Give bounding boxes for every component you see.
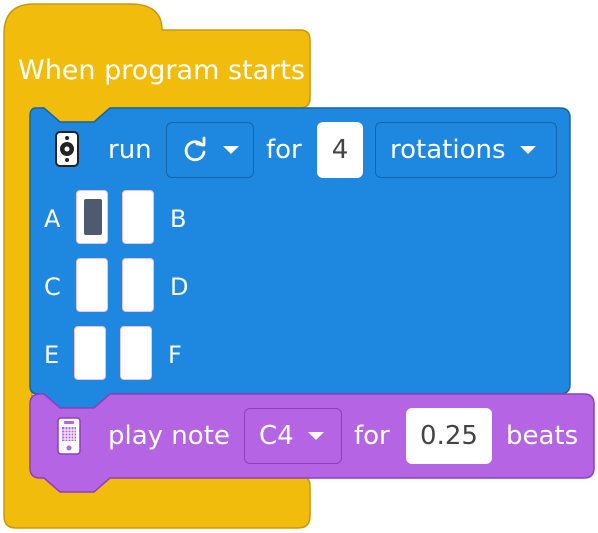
port-d-button[interactable] [122, 258, 154, 312]
port-label-a: A [44, 205, 61, 233]
sound-for-label: for [354, 421, 390, 451]
run-label: run [108, 135, 152, 165]
direction-dropdown[interactable] [166, 122, 254, 178]
hat-block-label: When program starts [18, 55, 305, 86]
port-b-button[interactable] [122, 190, 154, 244]
chevron-down-icon [307, 432, 324, 440]
beats-input[interactable]: 0.25 [406, 408, 492, 464]
chevron-down-icon [519, 146, 536, 154]
port-c-button[interactable] [76, 258, 108, 312]
rotate-clockwise-icon [181, 136, 209, 164]
port-a-selected-indicator [84, 199, 102, 235]
unit-dropdown-value: rotations [390, 135, 506, 165]
note-dropdown[interactable]: C4 [244, 408, 342, 464]
port-f-button[interactable] [120, 326, 152, 380]
motor-for-label: for [266, 135, 302, 165]
light-matrix-icon [56, 416, 82, 460]
unit-dropdown[interactable]: rotations [375, 122, 557, 178]
port-a-button[interactable] [76, 190, 108, 244]
play-note-label: play note [108, 421, 230, 451]
chevron-down-icon [223, 146, 239, 154]
beats-label: beats [506, 421, 579, 451]
note-dropdown-value: C4 [259, 421, 294, 451]
port-label-c: C [44, 273, 61, 301]
rotation-amount-input[interactable]: 4 [317, 122, 363, 178]
port-label-b: B [170, 205, 187, 233]
motor-icon [54, 130, 80, 172]
port-e-button[interactable] [74, 326, 106, 380]
port-label-e: E [44, 341, 60, 369]
port-label-f: F [168, 341, 182, 369]
port-label-d: D [170, 273, 189, 301]
